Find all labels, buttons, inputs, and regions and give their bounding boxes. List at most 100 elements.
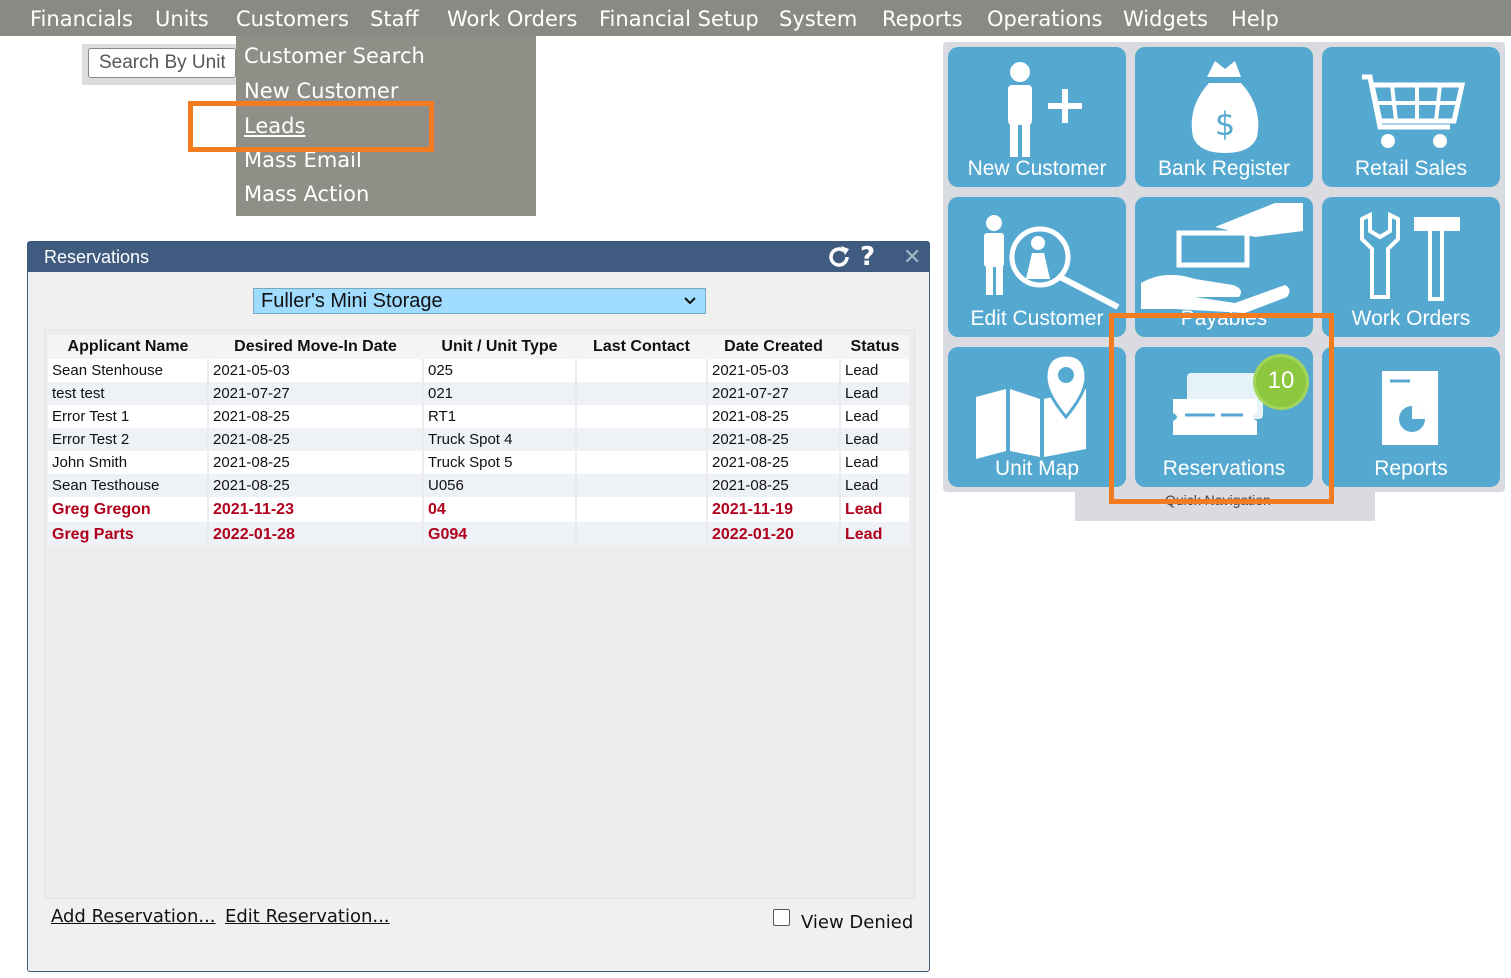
table-cell: Lead [840,359,911,382]
column-header[interactable]: Date Created [707,335,840,359]
help-icon[interactable]: ? [860,242,875,272]
table-row[interactable]: John Smith 2021-08-25 Truck Spot 5 2021-08-… [48,451,911,474]
reservations-table: Applicant Name Desired Move-In Date Unit… [48,335,911,547]
table-cell [576,522,708,547]
search-input[interactable] [88,48,236,78]
table-cell: Greg Gregon [48,497,209,522]
tile-unit-map[interactable]: Unit Map [948,347,1126,487]
menu-financial-setup[interactable]: Financial Setup [599,0,759,36]
column-header[interactable]: Last Contact [576,335,707,359]
column-header[interactable]: Status [840,335,910,359]
table-cell: Sean Stenhouse [48,359,209,382]
table-cell: 2021-08-25 [208,428,424,451]
table-cell [576,359,708,382]
menu-staff[interactable]: Staff [370,0,419,36]
table-row[interactable]: Greg Parts 2022-01-28 G094 2022-01-20 Lead [48,522,911,547]
close-icon[interactable]: ✕ [903,245,921,270]
table-cell: RT1 [423,405,577,428]
table-cell: Truck Spot 5 [423,451,577,474]
svg-text:$: $ [1215,105,1235,143]
table-cell: Error Test 1 [48,405,209,428]
menu-customers[interactable]: Customers [236,0,349,36]
table-cell [576,405,708,428]
table-cell: Lead [840,405,911,428]
table-cell: Lead [840,382,911,405]
edit-reservation-link[interactable]: Edit Reservation... [225,906,390,927]
table-cell: 2022-01-28 [208,522,424,547]
tile-new-customer[interactable]: New Customer [948,47,1126,187]
table-cell [576,451,708,474]
tile-reports[interactable]: Reports [1322,347,1500,487]
table-cell: Lead [840,522,911,547]
table-cell: Lead [840,451,911,474]
table-cell: 2021-05-03 [707,359,841,382]
table-cell: Sean Testhouse [48,474,209,497]
table-row[interactable]: Sean Stenhouse 2021-05-03 025 2021-05-03 Lea… [48,359,911,382]
table-cell: 2022-01-20 [707,522,841,547]
tile-label: Reservations [1162,457,1286,480]
menu-work-orders[interactable]: Work Orders [447,0,577,36]
tile-work-orders[interactable]: Work Orders [1322,197,1500,337]
table-row[interactable]: Greg Gregon 2021-11-23 04 2021-11-19 Lead [48,497,911,522]
column-header[interactable]: Desired Move-In Date [208,335,423,359]
table-cell: 2021-08-25 [707,474,841,497]
table-cell: Lead [840,428,911,451]
view-denied-checkbox[interactable] [773,909,790,926]
table-cell: Greg Parts [48,522,209,547]
table-row[interactable]: test test 2021-07-27 021 2021-07-27 Lead [48,382,911,405]
table-row[interactable]: Error Test 1 2021-08-25 RT1 2021-08-25 Lead [48,405,911,428]
column-header[interactable]: Unit / Unit Type [423,335,576,359]
dropdown-mass-email[interactable]: Mass Email [244,148,362,172]
menu-system[interactable]: System [779,0,857,36]
add-reservation-link[interactable]: Add Reservation... [51,906,216,927]
dropdown-mass-action[interactable]: Mass Action [244,182,369,206]
tile-label: Retail Sales [1354,157,1468,180]
tile-label: Reports [1374,457,1448,480]
menu-operations[interactable]: Operations [987,0,1102,36]
table-cell: 2021-08-25 [208,474,424,497]
top-menu-bar: Financials Units Customers Staff Work Or… [0,0,1511,36]
tile-label: New Customer [967,157,1107,180]
dropdown-customer-search[interactable]: Customer Search [244,44,425,68]
panel-title: Reservations [44,247,150,267]
menu-reports[interactable]: Reports [882,0,963,36]
table-cell: 2021-07-27 [707,382,841,405]
table-cell: John Smith [48,451,209,474]
facility-select[interactable]: Fuller's Mini Storage [253,288,706,314]
tile-label: Payables [1180,307,1268,330]
table-row[interactable]: Sean Testhouse 2021-08-25 U056 2021-08-25 Le… [48,474,911,497]
table-header-row: Applicant Name Desired Move-In Date Unit… [48,335,910,359]
quick-navigation-label: Quick Navigation [1165,492,1271,508]
menu-widgets[interactable]: Widgets [1123,0,1208,36]
tile-edit-customer[interactable]: Edit Customer [948,197,1126,337]
chevron-down-icon [683,289,697,320]
tile-label: Edit Customer [970,307,1104,330]
refresh-icon[interactable] [826,244,852,277]
table-cell [576,428,708,451]
table-cell: U056 [423,474,577,497]
column-header[interactable]: Applicant Name [48,335,208,359]
menu-financials[interactable]: Financials [30,0,133,36]
tile-label: Unit Map [994,457,1080,480]
table-cell: 2021-07-27 [208,382,424,405]
table-cell: 2021-11-19 [707,497,841,522]
reservations-panel: Reservations ? ✕ Fuller's Mini Storage A… [27,241,930,972]
table-row[interactable]: Error Test 2 2021-08-25 Truck Spot 4 2021-0… [48,428,911,451]
table-cell: 04 [423,497,577,522]
tile-label: Bank Register [1158,157,1290,180]
dropdown-new-customer[interactable]: New Customer [244,79,399,103]
table-cell: 2021-08-25 [707,428,841,451]
reservations-count-badge: 10 [1256,357,1306,407]
menu-help[interactable]: Help [1231,0,1279,36]
table-cell: 2021-11-23 [208,497,424,522]
reservations-table-area: Applicant Name Desired Move-In Date Unit… [44,330,915,899]
menu-units[interactable]: Units [155,0,209,36]
tile-bank-register[interactable]: $ Bank Register [1135,47,1313,187]
table-cell: Lead [840,497,911,522]
table-cell: test test [48,382,209,405]
tile-payables[interactable]: Payables [1135,197,1313,337]
quick-navigation-tab: Quick Navigation [1075,490,1375,521]
tile-retail-sales[interactable]: Retail Sales [1322,47,1500,187]
dropdown-leads[interactable]: Leads [244,114,305,138]
table-cell: Error Test 2 [48,428,209,451]
